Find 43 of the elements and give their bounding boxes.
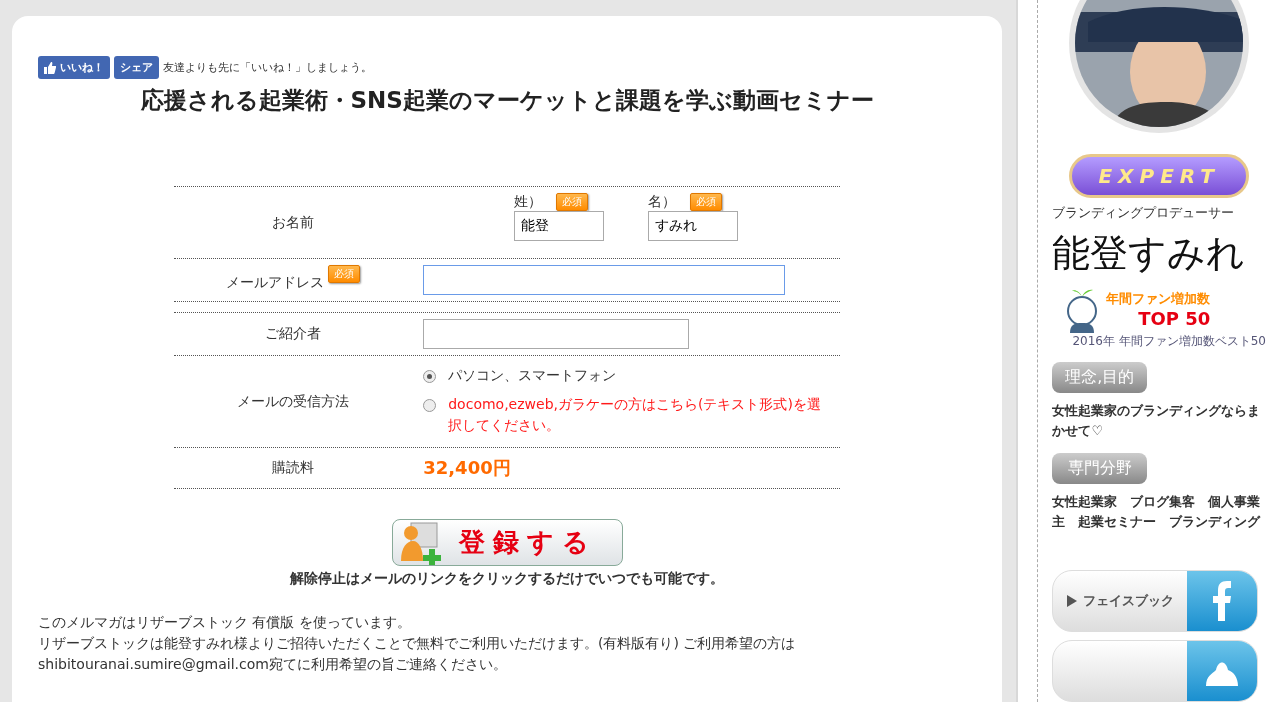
section-text: 女性起業家 ブログ集客 個人事業主 起業セミナー ブランディング (1052, 493, 1262, 531)
required-badge: 必須 (327, 265, 360, 283)
field-label: ご紹介者 (264, 325, 321, 343)
section-text: 女性起業家のブランディングならまかせて♡ (1052, 402, 1262, 440)
required-badge: 必須 (555, 193, 588, 211)
play-icon (1066, 595, 1077, 607)
option-label: パソコン、スマートフォン (448, 366, 617, 385)
unsubscribe-note: 解除停止はメールのリンクをクリックするだけでいつでも可能です。 (289, 570, 726, 588)
required-badge: 必須 (689, 193, 722, 211)
field-label: お名前 (271, 213, 314, 232)
award-caption: 2016年 年間ファン増加数ベスト50 (1072, 333, 1266, 350)
referrer-field[interactable] (423, 319, 690, 349)
field-label: 名） (647, 193, 676, 211)
section-heading: 理念,目的 (1052, 362, 1148, 393)
field-label: 購読料 (271, 459, 314, 477)
field-label: メールの受信方法 (236, 392, 349, 411)
footer-text: このメルマガはリザーブストック 有償版 を使っています。 (38, 613, 412, 632)
expert-badge: EXPERT (1069, 154, 1250, 198)
name-field[interactable]: すみれ (647, 211, 738, 241)
like-prompt: 友達よりも先に「いいね！」しましょう。 (163, 60, 372, 75)
share-button[interactable]: シェア (114, 56, 159, 79)
register-button[interactable]: 登録する (391, 519, 623, 566)
email-field[interactable] (423, 265, 786, 295)
radio-button[interactable] (423, 399, 437, 412)
profile-role: ブランディングプロデューサー (1052, 204, 1236, 222)
section-heading: 専門分野 (1052, 453, 1148, 484)
facebook-icon (1212, 581, 1233, 621)
field-label: メールアドレス (225, 274, 324, 292)
award-title: 年間ファン増加数 (1106, 289, 1211, 308)
profile-name: 能登すみれ (1052, 230, 1247, 277)
award-rank: TOP 50 (1138, 307, 1211, 329)
name-field[interactable]: 能登 (513, 211, 604, 241)
page-title: 応援される起業術・SNS起業のマーケットと課題を学ぶ動画セミナー (139, 86, 875, 115)
like-button[interactable]: いいね！ (38, 56, 110, 79)
footer-text: リザーブストックは能登すみれ様よりご招待いただくことで無料でご利用いただけます。(有料版有り) ご利用希望の方は (38, 634, 797, 653)
radio-button[interactable] (423, 370, 437, 383)
price: 32,400円 (423, 456, 512, 480)
field-label: 姓） (513, 193, 542, 211)
footer-text: shibitouranai.sumire@gmail.com宛てに利用希望の旨ご連絡ください。 (38, 655, 508, 674)
thumbs-up-icon (44, 61, 56, 74)
option-label: docomo,ezweb,ガラケーの方はこちら(テキスト形式)を選択してください。 (448, 395, 822, 435)
facebook-link-button[interactable]: フェイスブック (1052, 570, 1259, 632)
ameba-link-button[interactable] (1052, 640, 1259, 702)
